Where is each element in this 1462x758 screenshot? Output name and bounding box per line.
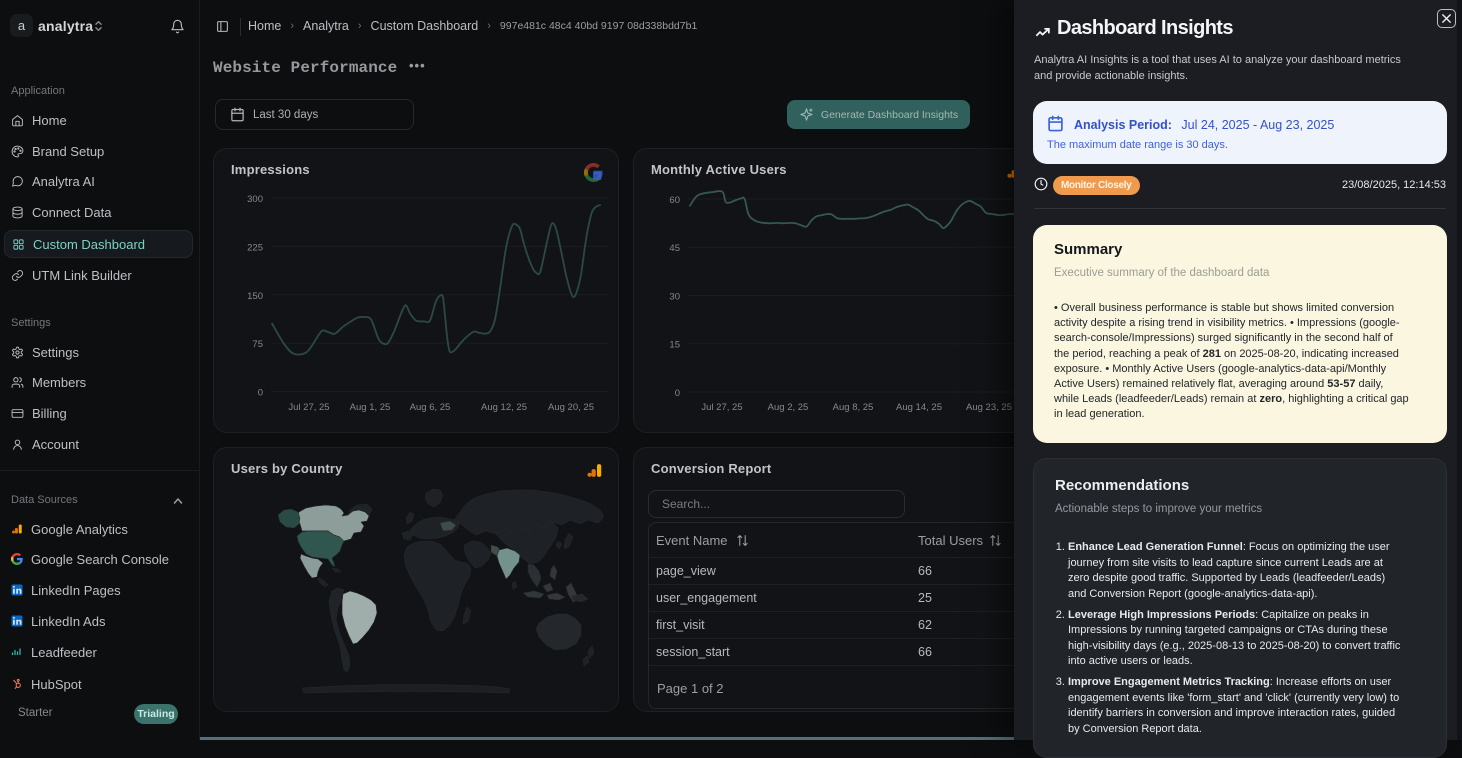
svg-text:Aug 8, 25: Aug 8, 25 <box>833 402 874 413</box>
svg-text:Aug 6, 25: Aug 6, 25 <box>410 402 451 413</box>
svg-text:30: 30 <box>669 292 680 303</box>
svg-text:Aug 1, 25: Aug 1, 25 <box>350 402 391 413</box>
svg-text:Aug 12, 25: Aug 12, 25 <box>481 402 527 413</box>
svg-text:Aug 14, 25: Aug 14, 25 <box>896 402 942 413</box>
svg-text:75: 75 <box>252 339 263 350</box>
svg-text:60: 60 <box>669 195 680 206</box>
svg-text:Jul 27, 25: Jul 27, 25 <box>701 402 742 413</box>
svg-text:15: 15 <box>669 340 680 351</box>
svg-text:Aug 23, 25: Aug 23, 25 <box>966 402 1012 413</box>
svg-text:Aug 2, 25: Aug 2, 25 <box>768 402 809 413</box>
svg-text:Jul 27, 25: Jul 27, 25 <box>288 402 329 413</box>
svg-text:150: 150 <box>247 291 263 302</box>
svg-text:45: 45 <box>669 243 680 254</box>
svg-text:0: 0 <box>675 388 680 399</box>
svg-text:0: 0 <box>258 388 263 399</box>
svg-text:300: 300 <box>247 194 263 205</box>
svg-text:Aug 20, 25: Aug 20, 25 <box>548 402 594 413</box>
svg-text:225: 225 <box>247 242 263 253</box>
